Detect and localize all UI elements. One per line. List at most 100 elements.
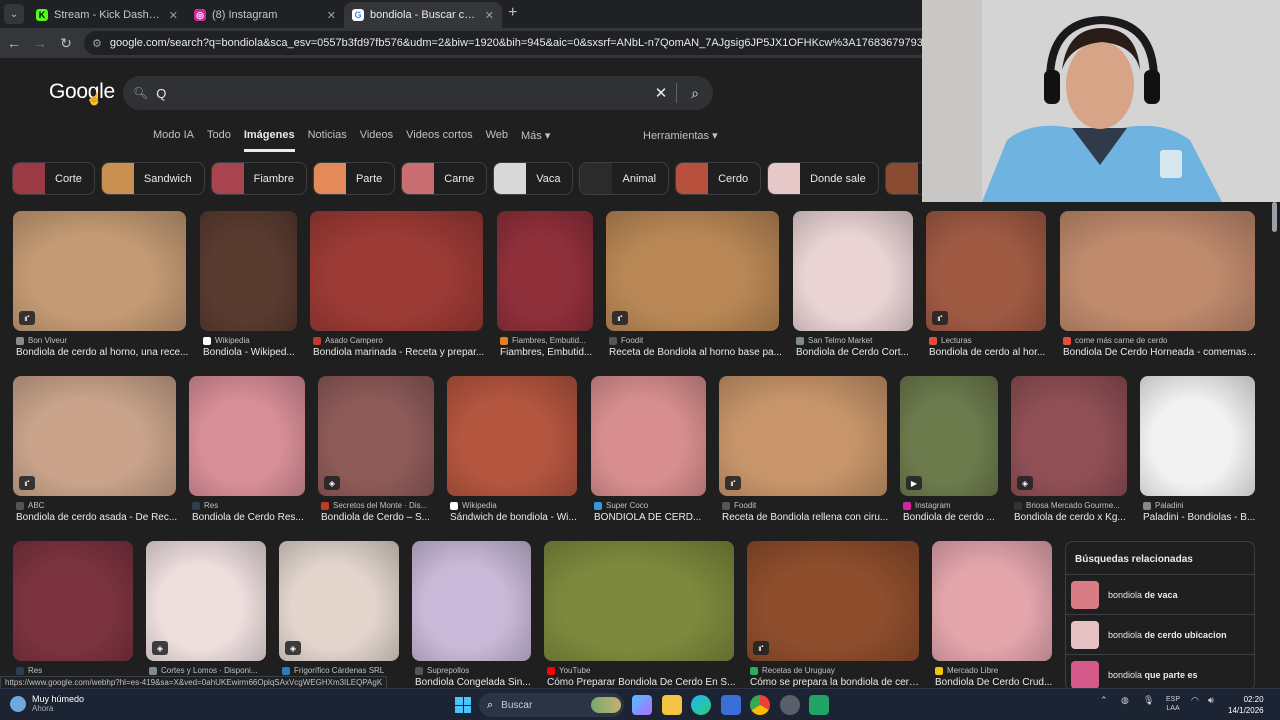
result-thumbnail[interactable]: [412, 541, 531, 661]
tab-todo[interactable]: Todo: [207, 129, 231, 152]
tab-google-search[interactable]: G bondiola - Buscar con Google ✕: [344, 2, 502, 28]
close-tab-icon[interactable]: ✕: [169, 9, 178, 22]
tab-instagram[interactable]: ◎ (8) Instagram ✕: [186, 2, 344, 28]
result-title[interactable]: Bondiola Congelada Sin...: [415, 677, 534, 688]
chip-corte[interactable]: Corte: [12, 162, 95, 195]
result-source[interactable]: Mercado Libre: [935, 666, 1055, 675]
volume-icon[interactable]: 🔊︎: [1208, 695, 1214, 706]
image-result[interactable]: Suprepollos Bondiola Congelada Sin...: [412, 541, 531, 697]
result-title[interactable]: Bondiola De Cerdo Crud...: [935, 677, 1055, 688]
search-input[interactable]: [156, 85, 646, 101]
tray-app-icon[interactable]: ◍: [1121, 695, 1129, 706]
image-result[interactable]: ◈Cortes y Lomos · Disponi...Bondiola de …: [146, 541, 266, 697]
weather-widget[interactable]: Muy húmedo Ahora: [10, 694, 84, 713]
result-source[interactable]: Wikipedia: [203, 336, 300, 345]
image-result[interactable]: ⑈ ABC Bondiola de cerdo asada - De Rec...: [13, 376, 179, 532]
result-source[interactable]: Instagram: [903, 501, 1001, 510]
copilot-icon[interactable]: [632, 695, 652, 715]
result-source[interactable]: Res: [192, 501, 308, 510]
result-title[interactable]: Bondiola de cerdo ...: [903, 512, 1001, 523]
edge-icon[interactable]: [691, 695, 711, 715]
result-title[interactable]: Bondiola de cerdo x Kg...: [1014, 512, 1130, 523]
result-title[interactable]: Fiambres, Embutid...: [500, 347, 596, 358]
result-source[interactable]: Lecturas: [929, 336, 1049, 345]
result-thumbnail[interactable]: [544, 541, 734, 661]
result-thumbnail[interactable]: ⑈: [719, 376, 887, 496]
result-thumbnail[interactable]: [200, 211, 297, 331]
file-explorer-icon[interactable]: [662, 695, 682, 715]
result-source[interactable]: Foodit: [609, 336, 782, 345]
result-title[interactable]: Paladini - Bondiolas - B...: [1143, 512, 1258, 523]
image-result[interactable]: ◈ Briosa Mercado Gourme... Bondiola de cer…: [1011, 376, 1127, 532]
result-source[interactable]: Res: [16, 666, 136, 675]
result-title[interactable]: Cómo Preparar Bondiola De Cerdo En S...: [547, 677, 737, 688]
result-thumbnail[interactable]: ◈: [279, 541, 399, 661]
result-source[interactable]: Fiambres, Embutid...: [500, 336, 596, 345]
result-thumbnail[interactable]: ⑈: [926, 211, 1046, 331]
microphone-icon[interactable]: 🎙︎: [1143, 695, 1154, 706]
chip-vaca[interactable]: Vaca: [493, 162, 574, 195]
tab-videos[interactable]: Videos: [360, 129, 393, 152]
result-thumbnail[interactable]: [310, 211, 483, 331]
result-source[interactable]: San Telmo Market: [796, 336, 916, 345]
image-result[interactable]: YouTube Cómo Preparar Bondiola De Cerdo E…: [544, 541, 737, 697]
chip-sandwich[interactable]: Sandwich: [100, 162, 205, 195]
result-source[interactable]: ABC: [16, 501, 179, 510]
forward-icon[interactable]: →: [28, 35, 52, 51]
result-thumbnail[interactable]: [1060, 211, 1255, 331]
result-title[interactable]: Bondiola de Cerdo Cort...: [796, 347, 916, 358]
result-title[interactable]: Bondiola de Cerdo Res...: [192, 512, 308, 523]
result-title[interactable]: Bondiola de cerdo asada - De Rec...: [16, 512, 179, 523]
tab-videos-cortos[interactable]: Videos cortos: [406, 129, 472, 152]
image-result[interactable]: Wikipedia Sándwich de bondiola - Wi...: [447, 376, 577, 532]
new-tab-icon[interactable]: +: [508, 4, 517, 22]
google-logo[interactable]: Google: [49, 80, 115, 104]
result-thumbnail[interactable]: [591, 376, 706, 496]
excel-icon[interactable]: [809, 695, 829, 715]
tab-web[interactable]: Web: [486, 129, 508, 152]
result-title[interactable]: Bondiola De Cerdo Horneada - comemasc...: [1063, 347, 1258, 358]
image-result[interactable]: ⑈ Recetas de Uruguay Cómo se prepara la bo…: [747, 541, 922, 697]
chip-cerdo[interactable]: Cerdo: [675, 162, 762, 195]
tab-search-menu-icon[interactable]: ⌄: [4, 4, 24, 24]
result-thumbnail[interactable]: [497, 211, 593, 331]
tools-menu[interactable]: Herramientas ▾: [643, 129, 718, 142]
image-result[interactable]: San Telmo Market Bondiola de Cerdo Cort..…: [793, 211, 913, 367]
result-thumbnail[interactable]: ⑈: [13, 211, 186, 331]
result-source[interactable]: Suprepollos: [415, 666, 534, 675]
result-thumbnail[interactable]: [793, 211, 913, 331]
image-result[interactable]: Asado Campero Bondiola marinada - Receta …: [310, 211, 484, 367]
store-icon[interactable]: [721, 695, 741, 715]
image-result[interactable]: ⑈ Bon Viveur Bondiola de cerdo al horno, u…: [13, 211, 188, 367]
result-thumbnail[interactable]: [932, 541, 1052, 661]
result-thumbnail[interactable]: ◈: [1011, 376, 1127, 496]
result-source[interactable]: Secretos del Monte · Dis...: [321, 501, 437, 510]
related-item[interactable]: bondiola que parte es: [1066, 654, 1254, 690]
result-title[interactable]: Bondiola - Wikiped...: [203, 347, 300, 358]
chrome-icon[interactable]: [750, 695, 770, 715]
result-source[interactable]: Frigorífico Cárdenas SRL: [282, 666, 402, 675]
result-source[interactable]: YouTube: [547, 666, 737, 675]
result-title[interactable]: Receta de Bondiola rellena con ciru...: [722, 512, 890, 523]
close-tab-icon[interactable]: ✕: [327, 9, 336, 22]
clear-icon[interactable]: ✕: [646, 84, 676, 102]
result-thumbnail[interactable]: ▶: [900, 376, 998, 496]
image-result[interactable]: Paladini Paladini - Bondiolas - B...: [1140, 376, 1255, 532]
result-source[interactable]: Paladini: [1143, 501, 1258, 510]
tab-kick-dashboard[interactable]: K Stream - Kick Dashboard ✕: [28, 2, 186, 28]
image-result[interactable]: ◈Frigorífico Cárdenas SRLBondiola Frigor…: [279, 541, 399, 697]
chip-carne[interactable]: Carne: [401, 162, 488, 195]
image-result[interactable]: Wikipedia Bondiola - Wikiped...: [200, 211, 297, 367]
result-title[interactable]: Receta de Bondiola al horno base pa...: [609, 347, 782, 358]
image-result[interactable]: Fiambres, Embutid... Fiambres, Embutid...: [497, 211, 593, 367]
result-thumbnail[interactable]: ◈: [146, 541, 266, 661]
chip-donde-sale[interactable]: Donde sale: [767, 162, 879, 195]
taskbar-clock[interactable]: 02:20 14/1/2026: [1228, 694, 1264, 716]
image-result[interactable]: ⑈ Lecturas Bondiola de cerdo al hor...: [926, 211, 1046, 367]
result-thumbnail[interactable]: ◈: [318, 376, 434, 496]
chip-parte[interactable]: Parte: [312, 162, 396, 195]
reload-icon[interactable]: ↻: [54, 35, 78, 52]
result-thumbnail[interactable]: ⑈: [747, 541, 919, 661]
wifi-icon[interactable]: ◠: [1191, 695, 1199, 706]
result-thumbnail[interactable]: [13, 541, 133, 661]
